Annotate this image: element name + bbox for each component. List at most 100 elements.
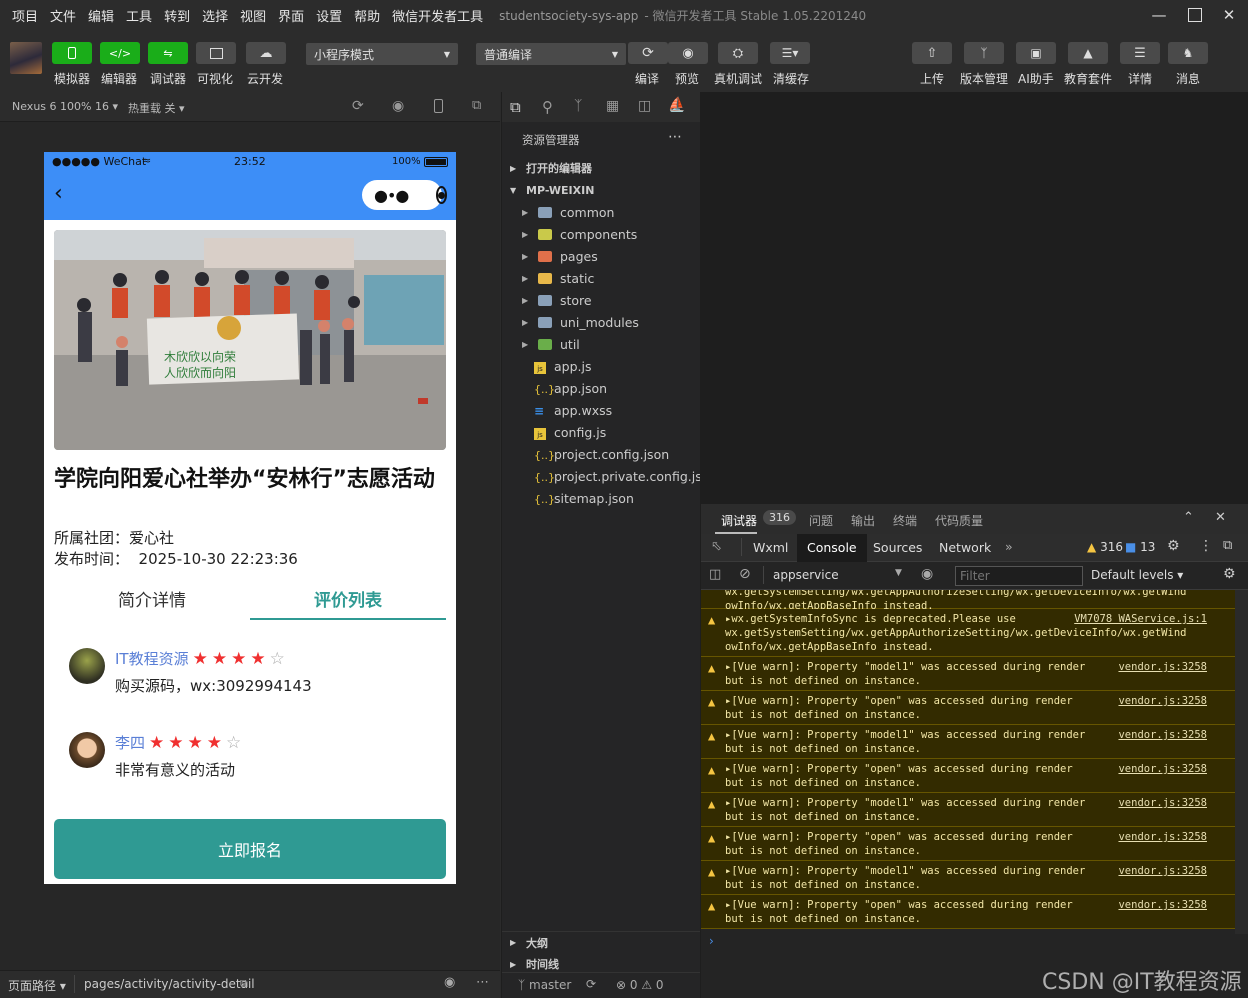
version-button[interactable]: ᛉ [964,42,1004,64]
console-warning[interactable]: ▲ ▸[Vue warn]: Property "open" was access… [701,827,1235,861]
menu-item[interactable]: 帮助 [348,6,386,25]
menu-item[interactable]: 编辑 [82,6,120,25]
stop-icon[interactable]: ◉ [392,98,404,114]
folder-pages[interactable]: ▶ pages [502,245,701,267]
copy-icon[interactable]: ⧉ [240,977,248,991]
tab-output[interactable]: 输出 [851,512,875,529]
tab-network[interactable]: Network [939,540,991,555]
source-link[interactable]: vendor.js:3258 [1118,660,1207,674]
console-warning[interactable]: ▲ ▸[Vue warn]: Property "model1" was acce… [701,725,1235,759]
close-icon[interactable]: ✕ [1215,510,1226,525]
more-icon[interactable]: ⋯ [476,975,489,990]
menu-item[interactable]: 微信开发者工具 [386,6,489,25]
source-link[interactable]: vendor.js:3258 [1118,830,1207,844]
hotreload-select[interactable]: 热重载 关 ▾ [128,100,185,116]
tab-reviews[interactable]: 评价列表 [250,586,446,611]
source-link[interactable]: vendor.js:3258 [1118,694,1207,708]
source-control-icon[interactable]: ᛉ [574,98,582,114]
signup-button[interactable]: 立即报名 [54,819,446,879]
compile-button[interactable]: ⟳ [628,42,668,64]
chevron-up-icon[interactable]: ⌃ [1183,510,1194,525]
file-item[interactable]: {..} project.config.json [502,443,701,465]
problems-status[interactable]: ⊗ 0 ⚠ 0 [616,978,664,992]
more-icon[interactable]: ⋯ [668,129,682,145]
open-editors-section[interactable]: ▶ 打开的编辑器 [502,157,701,179]
simulator-toggle-button[interactable] [52,42,92,64]
gear-icon[interactable]: ⚙ [1223,566,1236,582]
file-item[interactable]: js app.js [502,355,701,377]
folder-uni_modules[interactable]: ▶ uni_modules [502,311,701,333]
source-link[interactable]: vendor.js:3258 [1118,864,1207,878]
compile-select[interactable]: 普通编译 ▼ [476,43,626,65]
branch-status[interactable]: ᛉ master [518,978,571,992]
source-link[interactable]: vendor.js:3258 [1118,898,1207,912]
console-warning[interactable]: ▲ ▸[Vue warn]: Property "model1" was acce… [701,861,1235,895]
console-prompt[interactable]: › [701,934,1235,956]
file-item[interactable]: js config.js [502,421,701,443]
console-warning[interactable]: ▲ ▸[Vue warn]: Property "open" was access… [701,691,1235,725]
ai-assistant-button[interactable]: ▣ [1016,42,1056,64]
info-count[interactable]: ■ 13 [1125,540,1155,554]
menu-item[interactable]: 项目 [6,6,44,25]
sidebar-toggle-icon[interactable]: ◫ [709,567,721,582]
folder-static[interactable]: ▶ static [502,267,701,289]
menu-item[interactable]: 工具 [120,6,158,25]
console-warning[interactable]: ▲ ▸[Vue warn]: Property "open" was access… [701,759,1235,793]
warning-count[interactable]: ▲ 316 [1087,540,1123,554]
filter-input[interactable] [955,566,1083,586]
console-warning[interactable]: ▲ ▸[Vue warn]: Property "model1" was acce… [701,657,1235,691]
upload-button[interactable]: ⇧ [912,42,952,64]
levels-select[interactable]: Default levels ▾ [1091,568,1183,582]
context-select[interactable]: appservice [773,568,839,582]
eye-icon[interactable]: ◉ [444,975,455,990]
console-scrollbar[interactable] [1235,590,1248,934]
menu-item[interactable]: 选择 [196,6,234,25]
close-icon[interactable]: ✕ [1206,0,1248,30]
folder-util[interactable]: ▶ util [502,333,701,355]
eye-icon[interactable]: ◉ [921,566,933,582]
console-warning[interactable]: ▲ ▸wx.getSystemInfoSync is deprecated.Ple… [701,609,1235,657]
rotate-icon[interactable]: ⟳ [352,98,364,114]
preview-button[interactable]: ◉ [668,42,708,64]
tab-console[interactable]: Console [797,534,867,562]
back-icon[interactable]: ‹ [54,183,63,205]
clear-console-icon[interactable]: ⊘ [739,566,751,582]
save-icon[interactable]: ◫ [638,98,651,114]
avatar[interactable] [10,42,42,74]
kebab-icon[interactable]: ⋮ [1199,538,1213,554]
remote-debug-button[interactable]: ⛭ [718,42,758,64]
folder-store[interactable]: ▶ store [502,289,701,311]
extensions-icon[interactable]: ▦ [606,98,619,114]
tab-intro[interactable]: 简介详情 [54,586,250,611]
folder-components[interactable]: ▶ components [502,223,701,245]
tab-code-quality[interactable]: 代码质量 [935,512,983,529]
visual-toggle-button[interactable] [196,42,236,64]
page-path-label[interactable]: 页面路径 ▾ [8,977,66,994]
menu-item[interactable]: 界面 [272,6,310,25]
tab-problems[interactable]: 问题 [809,512,833,529]
search-icon[interactable]: ⚲ [542,98,553,116]
source-link[interactable]: VM7078 WAService.js:1 [1074,612,1207,626]
sync-icon[interactable]: ⟳ [586,977,596,991]
tab-debugger[interactable]: 调试器 [721,512,757,529]
console-warning[interactable]: ▲ ▸[Vue warn]: Property "open" was access… [701,895,1235,929]
device-select[interactable]: Nexus 6 100% 16 ▾ [12,100,118,113]
close-capsule-icon[interactable] [436,186,448,204]
tab-terminal[interactable]: 终端 [893,512,917,529]
phone-icon[interactable] [434,99,443,113]
more-tabs-icon[interactable]: » [1005,539,1013,554]
console-warning[interactable]: wx.getSystemSetting/wx.getAppAuthorizeSe… [701,590,1235,612]
undock-icon[interactable]: ⧉ [1223,538,1232,553]
more-icon[interactable]: ●•● [374,186,409,205]
menu-item[interactable]: 文件 [44,6,82,25]
file-item[interactable]: {..} sitemap.json [502,487,701,509]
tab-wxml[interactable]: Wxml [753,540,788,555]
file-item[interactable]: {..} project.private.config.js... [502,465,701,487]
console-warning[interactable]: ▲ ▸[Vue warn]: Property "model1" was acce… [701,793,1235,827]
source-link[interactable]: vendor.js:3258 [1118,728,1207,742]
mode-select[interactable]: 小程序模式 ▼ [306,43,458,65]
menu-item[interactable]: 视图 [234,6,272,25]
source-link[interactable]: vendor.js:3258 [1118,796,1207,810]
education-button[interactable]: ▲ [1068,42,1108,64]
outline-section[interactable]: ▶ 大纲 [502,931,701,953]
